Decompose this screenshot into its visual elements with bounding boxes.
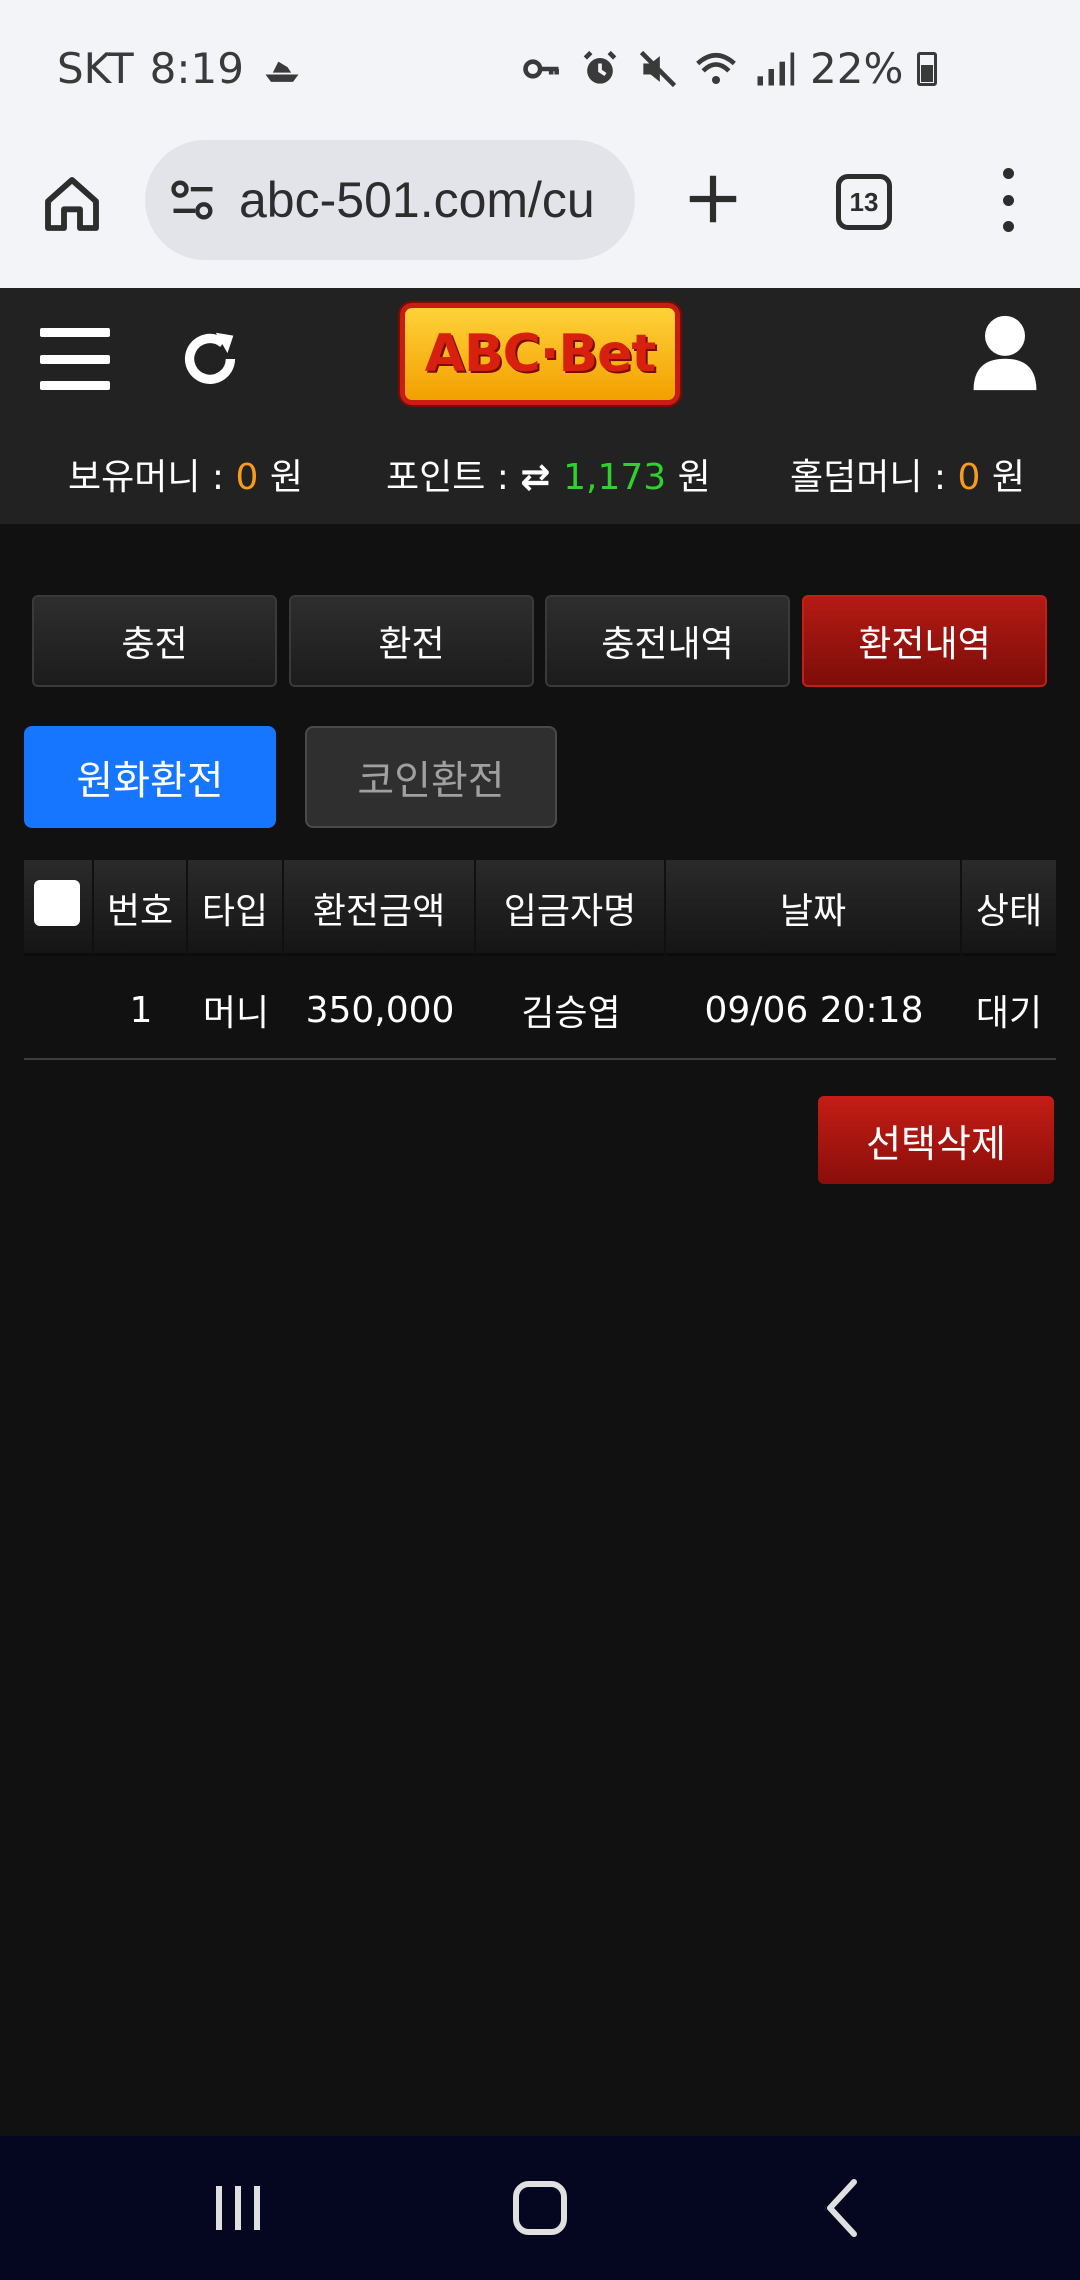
select-all-checkbox[interactable] <box>34 880 80 926</box>
cell-amount: 350,000 <box>305 989 455 1031</box>
select-all-cell <box>24 860 94 956</box>
recent-apps-icon[interactable] <box>203 2176 273 2240</box>
site-logo[interactable]: ABC·Bet <box>400 303 680 405</box>
point-value: 1,173 <box>563 457 667 498</box>
cell-date: 09/06 20:18 <box>704 989 924 1031</box>
alarm-icon <box>578 47 622 91</box>
cell-depositor: 김승엽 <box>521 993 621 1034</box>
key-icon <box>520 47 564 91</box>
tab-coin-exchange[interactable]: 코인환전 <box>305 726 557 828</box>
tab-switcher-button[interactable]: 13 <box>836 174 892 230</box>
carrier-label: SKT <box>57 44 134 93</box>
hamburger-menu-icon[interactable] <box>40 328 110 390</box>
holdem-value: 0 <box>957 457 981 498</box>
delete-selected-button[interactable]: 선택삭제 <box>818 1096 1054 1184</box>
wallet-value: 0 <box>235 457 259 498</box>
status-left: SKT 8:19 <box>57 44 304 93</box>
table-row[interactable]: 1 머니 350,000 김승엽 09/06 20:18 대기 <box>24 960 1056 1060</box>
wallet-unit: 원 <box>258 457 303 498</box>
clock: 8:19 <box>149 44 244 93</box>
col-number: 번호 <box>94 860 188 956</box>
site-header: ABC·Bet 보유머니 : 0 원 포인트 : ⇄ 1,173 원 홀덤머니 … <box>0 288 1080 524</box>
browser-toolbar: abc-501.com/cu 13 <box>0 140 1080 288</box>
status-right: 22% <box>520 44 938 93</box>
col-type: 타입 <box>188 860 284 956</box>
cell-type: 머니 <box>202 993 270 1034</box>
boat-icon <box>260 47 304 91</box>
cell-number: 1 <box>129 989 153 1031</box>
point-balance: 포인트 : ⇄ 1,173 원 <box>386 448 711 500</box>
col-amount: 환전금액 <box>284 860 476 956</box>
tab-krw-exchange[interactable]: 원화환전 <box>24 726 276 828</box>
new-tab-icon[interactable] <box>682 168 744 230</box>
col-date: 날짜 <box>666 860 962 956</box>
user-icon[interactable] <box>970 313 1040 393</box>
mute-icon <box>636 47 680 91</box>
status-bar: SKT 8:19 22% <box>0 0 1080 140</box>
col-depositor: 입금자명 <box>476 860 666 956</box>
cell-status: 대기 <box>975 993 1043 1034</box>
tab-charge-history[interactable]: 충전내역 <box>545 595 790 687</box>
system-nav-bar <box>0 2136 1080 2280</box>
tab-charge[interactable]: 충전 <box>32 595 277 687</box>
battery-icon <box>917 51 938 86</box>
tab-exchange[interactable]: 환전 <box>289 595 534 687</box>
home-icon[interactable] <box>40 172 104 236</box>
more-menu-icon[interactable] <box>990 168 1026 232</box>
point-unit: 원 <box>666 457 711 498</box>
exchange-icon[interactable]: ⇄ <box>520 457 563 498</box>
col-status: 상태 <box>975 891 1043 932</box>
point-label: 포인트 : <box>386 457 521 498</box>
holdem-unit: 원 <box>980 457 1025 498</box>
wifi-icon <box>694 47 738 91</box>
wallet-balance: 보유머니 : 0 원 <box>68 448 303 500</box>
home-nav-icon[interactable] <box>505 2176 575 2240</box>
site-settings-icon[interactable] <box>167 174 219 226</box>
table-header: 번호 타입 환전금액 입금자명 날짜 상태 <box>24 860 1056 956</box>
holdem-label: 홀덤머니 : <box>790 457 958 498</box>
wallet-label: 보유머니 : <box>68 457 236 498</box>
back-icon[interactable] <box>808 2176 878 2240</box>
battery-percent: 22% <box>810 44 904 93</box>
tab-exchange-history[interactable]: 환전내역 <box>802 595 1047 687</box>
url-text: abc-501.com/cu <box>239 172 595 228</box>
refresh-icon[interactable] <box>175 324 245 394</box>
signal-icon <box>752 47 796 91</box>
address-bar[interactable]: abc-501.com/cu <box>145 140 635 260</box>
holdem-balance: 홀덤머니 : 0 원 <box>790 448 1025 500</box>
